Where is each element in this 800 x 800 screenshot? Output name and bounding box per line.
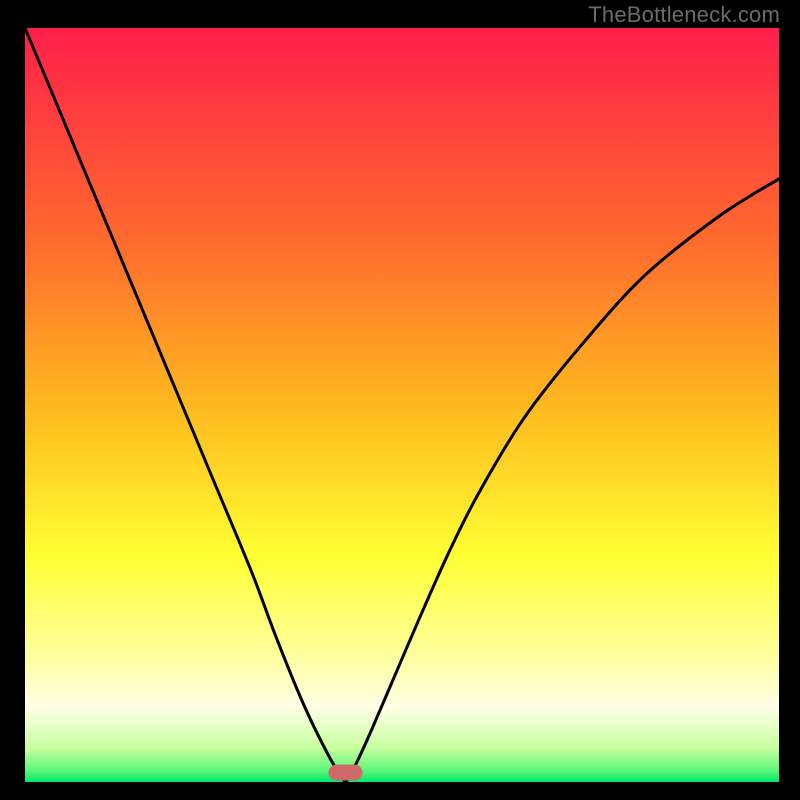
plot-area (25, 28, 779, 782)
optimal-marker (328, 765, 362, 781)
chart-frame: TheBottleneck.com (0, 0, 800, 800)
watermark-text: TheBottleneck.com (588, 2, 780, 28)
bottleneck-chart-svg (25, 28, 779, 782)
gradient-background (25, 28, 779, 782)
